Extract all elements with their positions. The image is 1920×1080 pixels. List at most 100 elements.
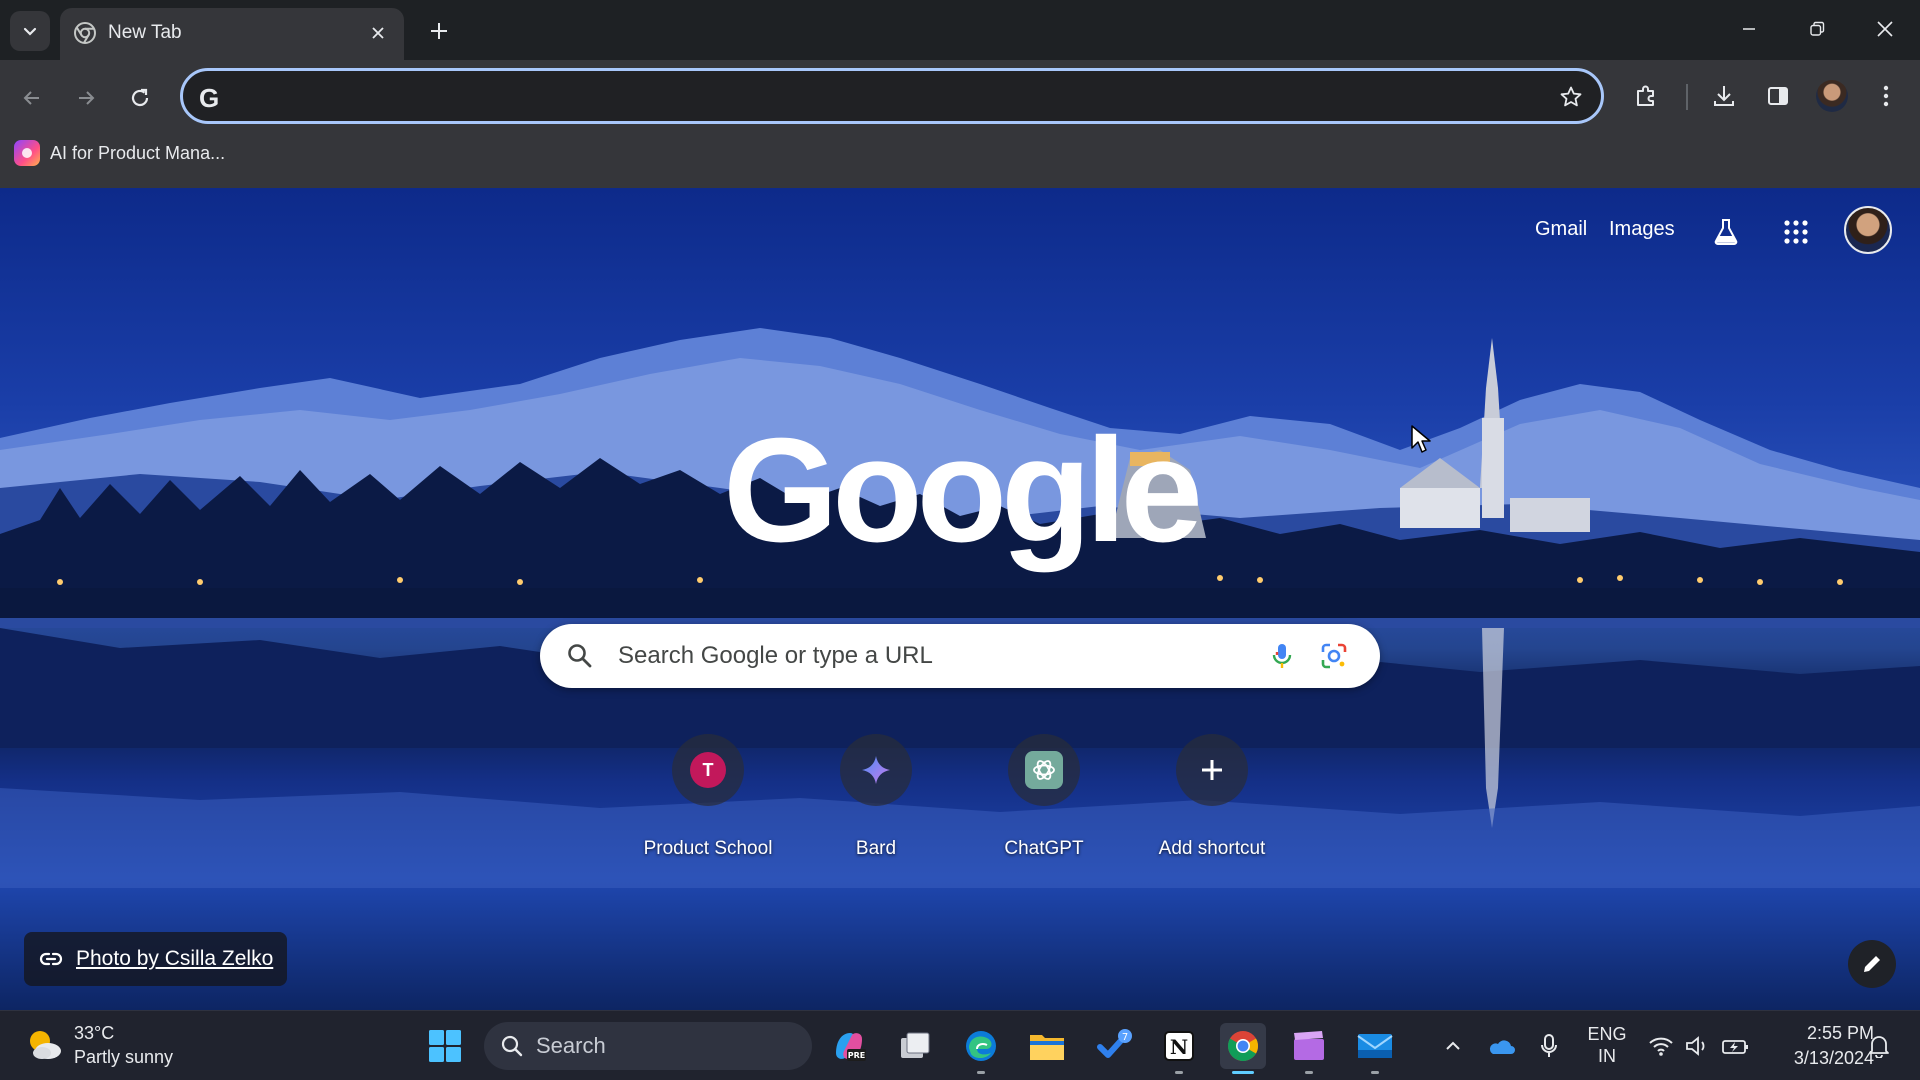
address-input[interactable] bbox=[239, 79, 1519, 115]
google-logo: Google bbox=[723, 408, 1203, 573]
show-hidden-icons-button[interactable] bbox=[1438, 1031, 1468, 1061]
shortcut-tile bbox=[1176, 734, 1248, 806]
task-view-icon bbox=[901, 1032, 930, 1058]
microphone-icon bbox=[1541, 1034, 1557, 1057]
images-link[interactable]: Images bbox=[1609, 218, 1675, 241]
task-view-button[interactable] bbox=[892, 1023, 938, 1069]
bookmark-item[interactable]: AI for Product Mana... bbox=[14, 136, 225, 170]
wifi-button[interactable] bbox=[1646, 1031, 1676, 1061]
onedrive-button[interactable] bbox=[1486, 1031, 1516, 1061]
mail-app-button[interactable] bbox=[1352, 1023, 1398, 1074]
notion-button[interactable]: N bbox=[1156, 1023, 1202, 1074]
bookmark-star-button[interactable] bbox=[1557, 83, 1585, 111]
clock-time: 2:55 PM bbox=[1806, 1023, 1874, 1043]
new-tab-button[interactable] bbox=[424, 16, 454, 46]
shortcut-tile bbox=[1008, 734, 1080, 806]
search-placeholder: Search Google or type a URL bbox=[618, 642, 933, 669]
svg-text:7: 7 bbox=[1122, 1032, 1128, 1043]
minimize-button[interactable] bbox=[1734, 14, 1764, 44]
reload-button[interactable] bbox=[122, 80, 158, 116]
volume-icon bbox=[1686, 1036, 1705, 1056]
toolbar-divider bbox=[1686, 84, 1688, 110]
partly-sunny-icon bbox=[30, 1031, 61, 1059]
weather-widget[interactable]: 33°C Partly sunny bbox=[24, 1021, 173, 1069]
weather-temperature: 33°C bbox=[74, 1023, 115, 1043]
copilot-pre-icon: PRE bbox=[836, 1033, 866, 1061]
volume-button[interactable] bbox=[1682, 1031, 1712, 1061]
language-region: IN bbox=[1598, 1046, 1616, 1066]
apps-grid-icon bbox=[1784, 220, 1808, 244]
battery-button[interactable] bbox=[1720, 1031, 1750, 1061]
start-button[interactable] bbox=[422, 1023, 468, 1069]
running-indicator bbox=[977, 1071, 985, 1074]
plus-icon bbox=[431, 23, 447, 39]
side-panel-icon bbox=[1768, 87, 1788, 105]
star-icon bbox=[1560, 86, 1582, 107]
weather-condition: Partly sunny bbox=[74, 1047, 174, 1067]
notifications-button[interactable] bbox=[1864, 1031, 1894, 1061]
shortcut-add[interactable]: Add shortcut bbox=[1128, 734, 1296, 864]
running-indicator bbox=[1371, 1071, 1379, 1074]
edge-button[interactable] bbox=[958, 1023, 1004, 1074]
forward-button[interactable] bbox=[68, 80, 104, 116]
chatgpt-icon bbox=[1033, 760, 1055, 780]
copilot-button[interactable]: PRE bbox=[826, 1023, 872, 1069]
shortcut-bard[interactable]: Bard bbox=[792, 734, 960, 864]
labs-button[interactable] bbox=[1706, 212, 1746, 252]
google-lens-icon[interactable] bbox=[1318, 640, 1350, 672]
minimize-icon bbox=[1743, 28, 1755, 30]
extensions-button[interactable] bbox=[1628, 78, 1664, 114]
battery-charging-icon bbox=[1722, 1040, 1748, 1054]
background-photo bbox=[0, 328, 1920, 888]
close-window-button[interactable] bbox=[1870, 14, 1900, 44]
clapper-button[interactable] bbox=[1286, 1023, 1332, 1074]
tab-close-button[interactable] bbox=[366, 21, 390, 45]
shortcut-label: Bard bbox=[855, 838, 897, 859]
todo-button[interactable]: 7 bbox=[1092, 1023, 1138, 1069]
shortcut-tile: T bbox=[672, 734, 744, 806]
microphone-icon[interactable] bbox=[1266, 640, 1298, 672]
chrome-taskbar-button[interactable] bbox=[1220, 1023, 1266, 1074]
clock-date: 3/13/2024 bbox=[1793, 1048, 1874, 1068]
system-clock[interactable]: 2:55 PM 3/13/2024 bbox=[1766, 1021, 1874, 1071]
onedrive-icon bbox=[1489, 1040, 1515, 1054]
customize-chrome-button[interactable] bbox=[1848, 940, 1896, 988]
clapper-icon bbox=[1294, 1031, 1324, 1060]
weather-text: 33°C Partly sunny bbox=[74, 1021, 173, 1069]
bard-icon bbox=[862, 756, 890, 784]
plus-icon bbox=[1202, 760, 1222, 780]
new-tab-page: Gmail Images Google Search Google or typ… bbox=[0, 188, 1920, 1010]
profile-avatar[interactable] bbox=[1816, 80, 1848, 112]
ntp-search-box[interactable]: Search Google or type a URL bbox=[540, 624, 1380, 688]
shortcut-product-school[interactable]: T Product School bbox=[624, 734, 792, 864]
google-g-icon: G bbox=[199, 83, 220, 113]
restore-button[interactable] bbox=[1802, 14, 1832, 44]
side-panel-button[interactable] bbox=[1760, 78, 1796, 114]
downloads-button[interactable] bbox=[1706, 78, 1742, 114]
file-explorer-icon bbox=[1030, 1035, 1064, 1060]
windows-taskbar: 33°C Partly sunny Search PRE 7 N ENG IN … bbox=[0, 1010, 1920, 1080]
edge-icon bbox=[966, 1031, 996, 1061]
google-apps-button[interactable] bbox=[1776, 212, 1816, 252]
file-explorer-button[interactable] bbox=[1024, 1023, 1070, 1069]
chrome-menu-button[interactable] bbox=[1868, 78, 1904, 114]
browser-tab[interactable]: New Tab bbox=[60, 8, 404, 60]
close-icon bbox=[1877, 21, 1893, 37]
taskbar-search[interactable]: Search bbox=[484, 1022, 812, 1070]
back-button[interactable] bbox=[14, 80, 50, 116]
reload-icon bbox=[131, 88, 149, 107]
language-indicator[interactable]: ENG IN bbox=[1582, 1023, 1632, 1067]
bookmark-label: AI for Product Mana... bbox=[50, 142, 226, 163]
microphone-tray-button[interactable] bbox=[1534, 1031, 1564, 1061]
gmail-link[interactable]: Gmail bbox=[1535, 218, 1587, 241]
arrow-left-icon bbox=[23, 91, 39, 105]
photo-attribution[interactable]: Photo by Csilla Zelko bbox=[24, 932, 288, 986]
shortcut-chatgpt[interactable]: ChatGPT bbox=[960, 734, 1128, 864]
tab-search-button[interactable] bbox=[10, 11, 50, 51]
address-bar[interactable]: G bbox=[180, 68, 1604, 124]
google-account-avatar[interactable] bbox=[1844, 206, 1892, 254]
todo-icon: 7 bbox=[1097, 1029, 1132, 1058]
shortcut-label: Product School bbox=[643, 838, 773, 859]
flask-icon bbox=[1714, 219, 1738, 245]
shortcut-tile bbox=[840, 734, 912, 806]
